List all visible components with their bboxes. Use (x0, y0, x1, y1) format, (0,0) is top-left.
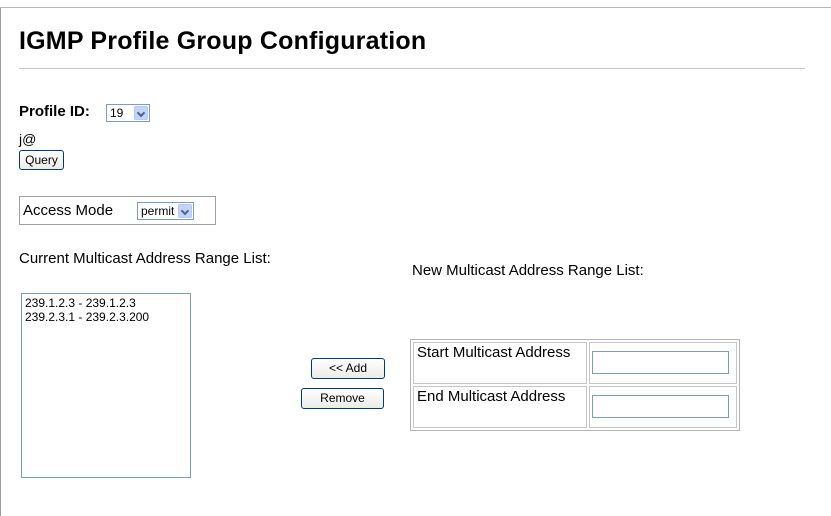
frame-left-border (0, 8, 1, 516)
start-address-input[interactable] (592, 351, 729, 374)
frame-top-border (0, 7, 831, 8)
list-item[interactable]: 239.1.2.3 - 239.1.2.3 (25, 296, 187, 310)
new-address-table: Start Multicast Address End Multicast Ad… (410, 339, 740, 431)
list-item[interactable]: 239.2.3.1 - 239.2.3.200 (25, 310, 187, 324)
profile-id-value: 19 (110, 106, 124, 120)
access-mode-select[interactable]: permit (137, 202, 194, 220)
chevron-down-icon (134, 106, 148, 120)
profile-id-select[interactable]: 19 (106, 104, 150, 122)
start-address-label: Start Multicast Address (417, 344, 571, 361)
access-mode-box: Access Mode permit (19, 196, 216, 225)
end-address-label: End Multicast Address (417, 388, 566, 405)
current-list-label: Current Multicast Address Range List: (19, 250, 271, 267)
end-address-input[interactable] (592, 395, 729, 418)
profile-id-label: Profile ID: (19, 103, 90, 120)
remove-button[interactable]: Remove (301, 388, 384, 409)
start-address-input-cell (589, 342, 737, 384)
start-address-cell: Start Multicast Address (413, 342, 587, 384)
extra-text: j@ (19, 131, 37, 147)
new-list-label: New Multicast Address Range List: (412, 262, 644, 279)
add-button[interactable]: << Add (311, 358, 385, 379)
access-mode-label: Access Mode (23, 202, 114, 219)
query-button[interactable]: Query (19, 150, 64, 170)
end-address-cell: End Multicast Address (413, 386, 587, 428)
chevron-down-icon (178, 204, 192, 218)
current-multicast-list[interactable]: 239.1.2.3 - 239.1.2.3 239.2.3.1 - 239.2.… (21, 293, 191, 478)
title-divider (19, 68, 805, 69)
page-title: IGMP Profile Group Configuration (19, 27, 427, 55)
access-mode-value: permit (141, 204, 175, 218)
end-address-input-cell (589, 386, 737, 428)
